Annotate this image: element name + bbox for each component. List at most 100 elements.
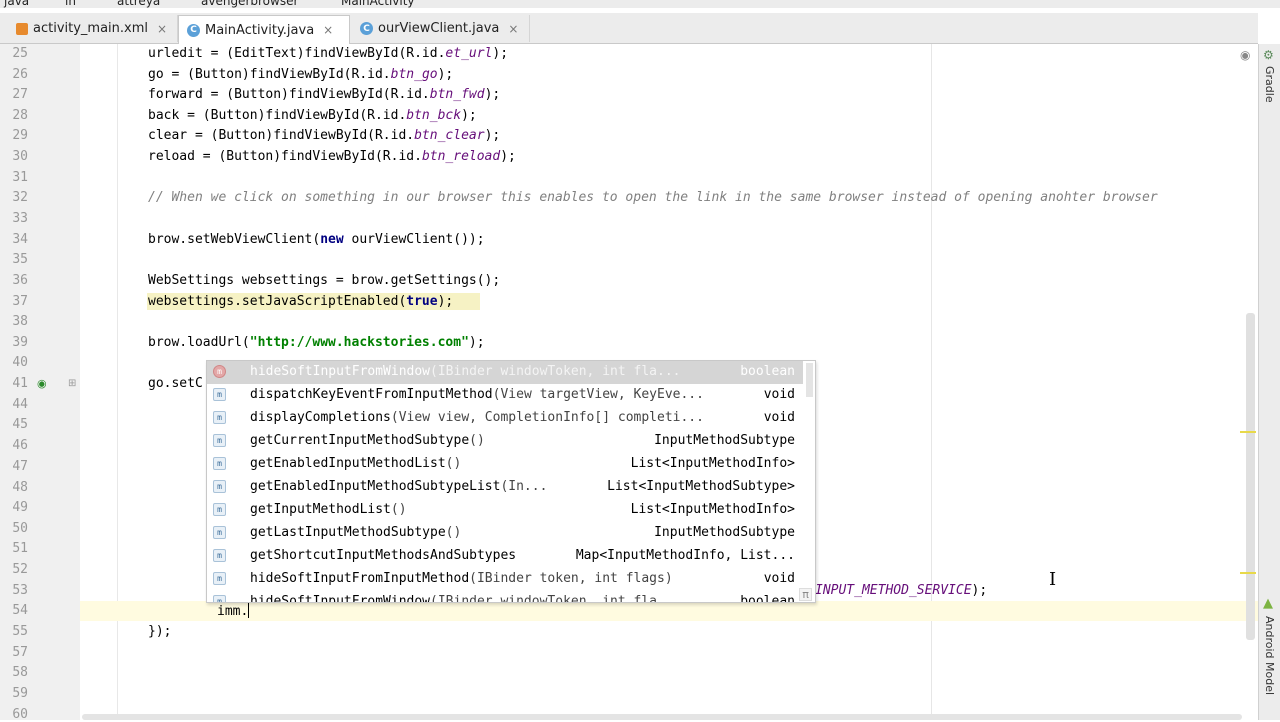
code-text: ); — [437, 67, 454, 82]
code-text: ourViewClient()); — [343, 232, 485, 247]
completion-item[interactable]: m getInputMethodList() List<InputMethodI… — [207, 499, 803, 522]
code-keyword: new — [320, 232, 344, 247]
pi-icon[interactable]: π — [799, 588, 812, 601]
breadcrumb-item[interactable]: avengerbrowser — [201, 0, 298, 8]
completion-type: Map<InputMethodInfo, List... — [575, 548, 795, 563]
tab-label: activity_main.xml — [33, 21, 149, 36]
vertical-scrollbar[interactable] — [1246, 313, 1255, 640]
tab-activity-main-xml[interactable]: activity_main.xml × — [8, 15, 178, 42]
completion-type: InputMethodSubtype — [654, 433, 795, 448]
breadcrumb-item[interactable]: in — [65, 0, 76, 8]
line-number: 35 — [12, 252, 28, 267]
completion-name: getEnabledInputMethodSubtypeList — [250, 479, 501, 494]
eye-icon[interactable]: ◉ — [1240, 48, 1250, 62]
gradle-tool-button[interactable]: Gradle — [1263, 66, 1276, 103]
close-icon[interactable]: × — [508, 22, 518, 36]
completion-item[interactable]: m hideSoftInputFromInputMethod(IBinder t… — [207, 568, 803, 591]
tab-mainactivity-java[interactable]: C MainActivity.java × — [178, 15, 350, 44]
code-line[interactable]: clear = (Button)findViewById(R.id.btn_cl… — [148, 128, 500, 143]
completion-item[interactable]: m hideSoftInputFromWindow(IBinder window… — [207, 361, 803, 384]
completion-item[interactable]: m getEnabledInputMethodList() List<Input… — [207, 453, 803, 476]
override-marker-icon[interactable]: ◉ — [37, 377, 47, 390]
completion-item[interactable]: m dispatchKeyEventFromInputMethod(View t… — [207, 384, 803, 407]
android-model-tool-button[interactable]: Android Model — [1263, 616, 1276, 695]
code-text: websettings.setJavaScriptEnabled( — [148, 294, 407, 309]
code-line-tail[interactable]: INPUT_METHOD_SERVICE); — [815, 583, 987, 598]
code-field: btn_go — [390, 67, 438, 82]
autocomplete-popup[interactable]: m hideSoftInputFromWindow(IBinder window… — [206, 360, 816, 603]
editor-tab-bar: activity_main.xml × C MainActivity.java … — [0, 13, 1258, 44]
code-line-current[interactable]: imm. — [217, 603, 250, 619]
line-number: 59 — [12, 686, 28, 701]
completion-params: (In... — [500, 479, 548, 494]
line-number: 51 — [12, 541, 28, 556]
warning-marker[interactable] — [1240, 431, 1256, 433]
right-tool-bar: ⚙ Gradle ▲ Android Model — [1258, 44, 1280, 720]
breadcrumb-item[interactable]: java — [4, 0, 29, 8]
completion-params: () — [390, 502, 407, 517]
code-comment[interactable]: // When we click on something in our bro… — [148, 190, 1158, 205]
xml-file-icon — [16, 22, 28, 35]
close-icon[interactable]: × — [323, 23, 333, 37]
code-text: go = (Button)findViewById(R.id. — [148, 67, 391, 82]
close-icon[interactable]: × — [157, 22, 167, 36]
code-text: ); — [437, 294, 454, 309]
tab-label: MainActivity.java — [205, 22, 315, 38]
method-icon: m — [213, 480, 226, 493]
code-line[interactable]: back = (Button)findViewById(R.id.btn_bck… — [148, 108, 477, 123]
line-number: 25 — [12, 46, 28, 61]
code-line[interactable]: brow.setWebViewClient(new ourViewClient(… — [148, 232, 485, 247]
line-number: 49 — [12, 500, 28, 515]
completion-params: () — [469, 433, 485, 448]
android-icon[interactable]: ▲ — [1263, 596, 1273, 611]
warning-marker[interactable] — [1240, 572, 1256, 574]
line-number: 48 — [12, 480, 28, 495]
horizontal-scrollbar[interactable] — [82, 714, 1242, 720]
breadcrumb-item[interactable]: attreya — [117, 0, 160, 8]
code-text: brow.setWebViewClient( — [148, 232, 321, 247]
tab-ourviewclient-java[interactable]: C ourViewClient.java × — [352, 15, 530, 42]
code-line[interactable]: WebSettings websettings = brow.getSettin… — [148, 273, 500, 288]
completion-params: (IBinder windowToken, int fla... — [430, 364, 681, 379]
completion-item[interactable]: m getEnabledInputMethodSubtypeList(In...… — [207, 476, 803, 499]
code-text: ); — [484, 87, 501, 102]
breadcrumb-item[interactable]: MainActivity — [341, 0, 415, 8]
code-line[interactable]: go = (Button)findViewById(R.id.btn_go); — [148, 67, 453, 82]
completion-item[interactable]: m displayCompletions(View view, Completi… — [207, 407, 803, 430]
line-number: 36 — [12, 273, 28, 288]
code-line[interactable]: reload = (Button)findViewById(R.id.btn_r… — [148, 149, 516, 164]
completion-item[interactable]: m getCurrentInputMethodSubtype() InputMe… — [207, 430, 803, 453]
completion-type: boolean — [740, 364, 795, 379]
completion-item[interactable]: m getShortcutInputMethodsAndSubtypes Map… — [207, 545, 803, 568]
line-number: 50 — [12, 521, 28, 536]
completion-type: List<InputMethodInfo> — [630, 502, 795, 517]
code-field: et_url — [445, 46, 493, 61]
fold-icon[interactable]: ⊞ — [68, 378, 76, 389]
mouse-ibeam-icon: I — [1049, 569, 1057, 590]
code-line[interactable]: urledit = (EditText)findViewById(R.id.et… — [148, 46, 508, 61]
gradle-icon[interactable]: ⚙ — [1263, 48, 1274, 62]
completion-name: hideSoftInputFromWindow — [250, 594, 431, 603]
code-line[interactable]: brow.loadUrl("http://www.hackstories.com… — [148, 335, 485, 350]
breadcrumb: java in attreya avengerbrowser MainActiv… — [0, 0, 1280, 8]
method-icon: m — [213, 503, 226, 516]
completion-name: hideSoftInputFromWindow — [250, 364, 431, 379]
code-line[interactable]: websettings.setJavaScriptEnabled(true); — [148, 294, 453, 309]
line-number: 40 — [12, 355, 28, 370]
line-number: 34 — [12, 232, 28, 247]
method-icon: m — [213, 572, 226, 585]
completion-params: (IBinder token, int flags) — [469, 571, 673, 586]
line-number: 53 — [12, 583, 28, 598]
completion-item[interactable]: m hideSoftInputFromWindow(IBinder window… — [207, 591, 803, 603]
completion-item[interactable]: m getLastInputMethodSubtype() InputMetho… — [207, 522, 803, 545]
code-line[interactable]: }); — [148, 624, 171, 639]
code-line[interactable]: go.setC — [148, 376, 203, 391]
popup-scrollbar[interactable] — [806, 363, 813, 397]
code-line[interactable]: forward = (Button)findViewById(R.id.btn_… — [148, 87, 500, 102]
completion-params: (IBinder windowToken, int fla... — [430, 594, 681, 603]
code-text: urledit = (EditText)findViewById(R.id. — [148, 46, 446, 61]
code-text: ); — [468, 335, 485, 350]
method-icon: m — [213, 388, 226, 401]
method-icon: m — [213, 365, 226, 378]
code-text: ); — [971, 583, 988, 598]
